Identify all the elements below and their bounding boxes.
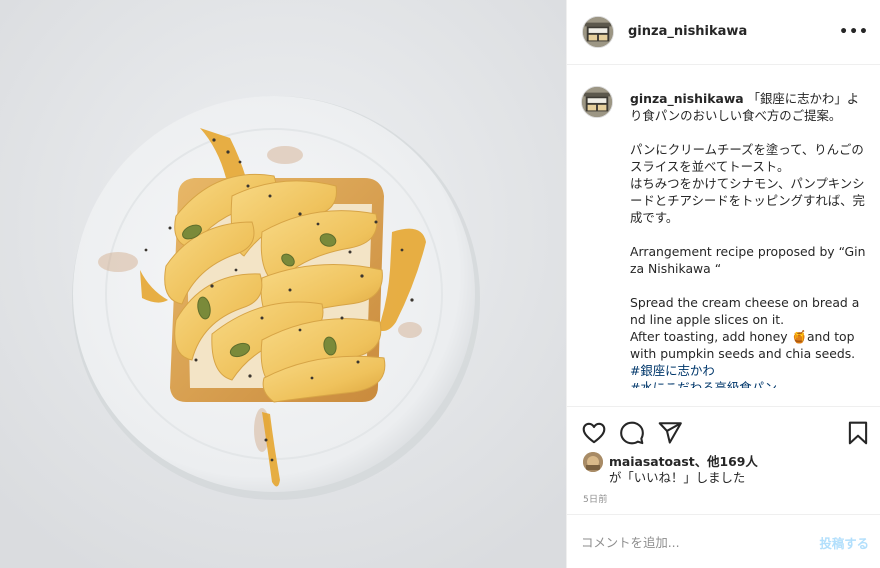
caption-line: はちみつをかけてシナモン、パンプキンシードとチアシードをトッピングすれば、完成で… [630, 176, 865, 225]
caption-line: Spread the cream cheese on bread and lin… [630, 295, 860, 327]
storefront-avatar-image [582, 87, 612, 117]
caption-username[interactable]: ginza_nishikawa [630, 91, 744, 106]
instagram-post: ginza_nishikawa ••• ginza_nishikawa 「銀座に… [0, 0, 880, 568]
storefront-avatar-image [583, 17, 613, 47]
likes-count[interactable]: 、他169人 [695, 454, 758, 469]
action-bar [567, 406, 880, 456]
post-photo[interactable] [0, 0, 566, 568]
apple-toast-image [0, 0, 566, 568]
hashtag-link[interactable]: #水にこだわる高級食パン [630, 379, 866, 388]
liker-username[interactable]: maiasatoast [609, 454, 695, 469]
caption-line: Arrangement recipe proposed by “Ginza Ni… [630, 244, 866, 276]
avatar[interactable] [582, 16, 614, 48]
comment-input[interactable] [581, 531, 791, 553]
post-comment-button[interactable]: 投稿する [819, 534, 869, 552]
bookmark-icon[interactable] [845, 420, 871, 446]
comment-icon[interactable] [619, 420, 645, 446]
post-header: ginza_nishikawa ••• [567, 0, 880, 65]
liker-avatar[interactable] [583, 452, 603, 472]
caption-line: After toasting, add honey 🍯and top with … [630, 329, 859, 361]
heart-icon[interactable] [581, 420, 607, 446]
more-options-icon[interactable]: ••• [839, 24, 869, 40]
paper-plane-icon[interactable] [657, 420, 683, 446]
likes-suffix: が「いいね！」しました [609, 470, 746, 485]
hashtag-link[interactable]: #銀座に志かわ [630, 362, 866, 379]
caption-avatar[interactable] [581, 86, 613, 118]
caption-text: ginza_nishikawa 「銀座に志かわ」より食パンのおいしい食べ方のご提… [630, 90, 866, 388]
comment-form: 投稿する [567, 514, 880, 568]
caption-line: パンにクリームチーズを塗って、りんごのスライスを並べてトースト。 [630, 142, 864, 174]
post-side-panel: ginza_nishikawa ••• ginza_nishikawa 「銀座に… [566, 0, 880, 568]
caption-area: ginza_nishikawa 「銀座に志かわ」より食パンのおいしい食べ方のご提… [567, 66, 880, 406]
post-timestamp[interactable]: 5日前 [583, 492, 608, 505]
liker-avatar-image [583, 452, 603, 472]
post-author-username[interactable]: ginza_nishikawa [628, 24, 747, 39]
